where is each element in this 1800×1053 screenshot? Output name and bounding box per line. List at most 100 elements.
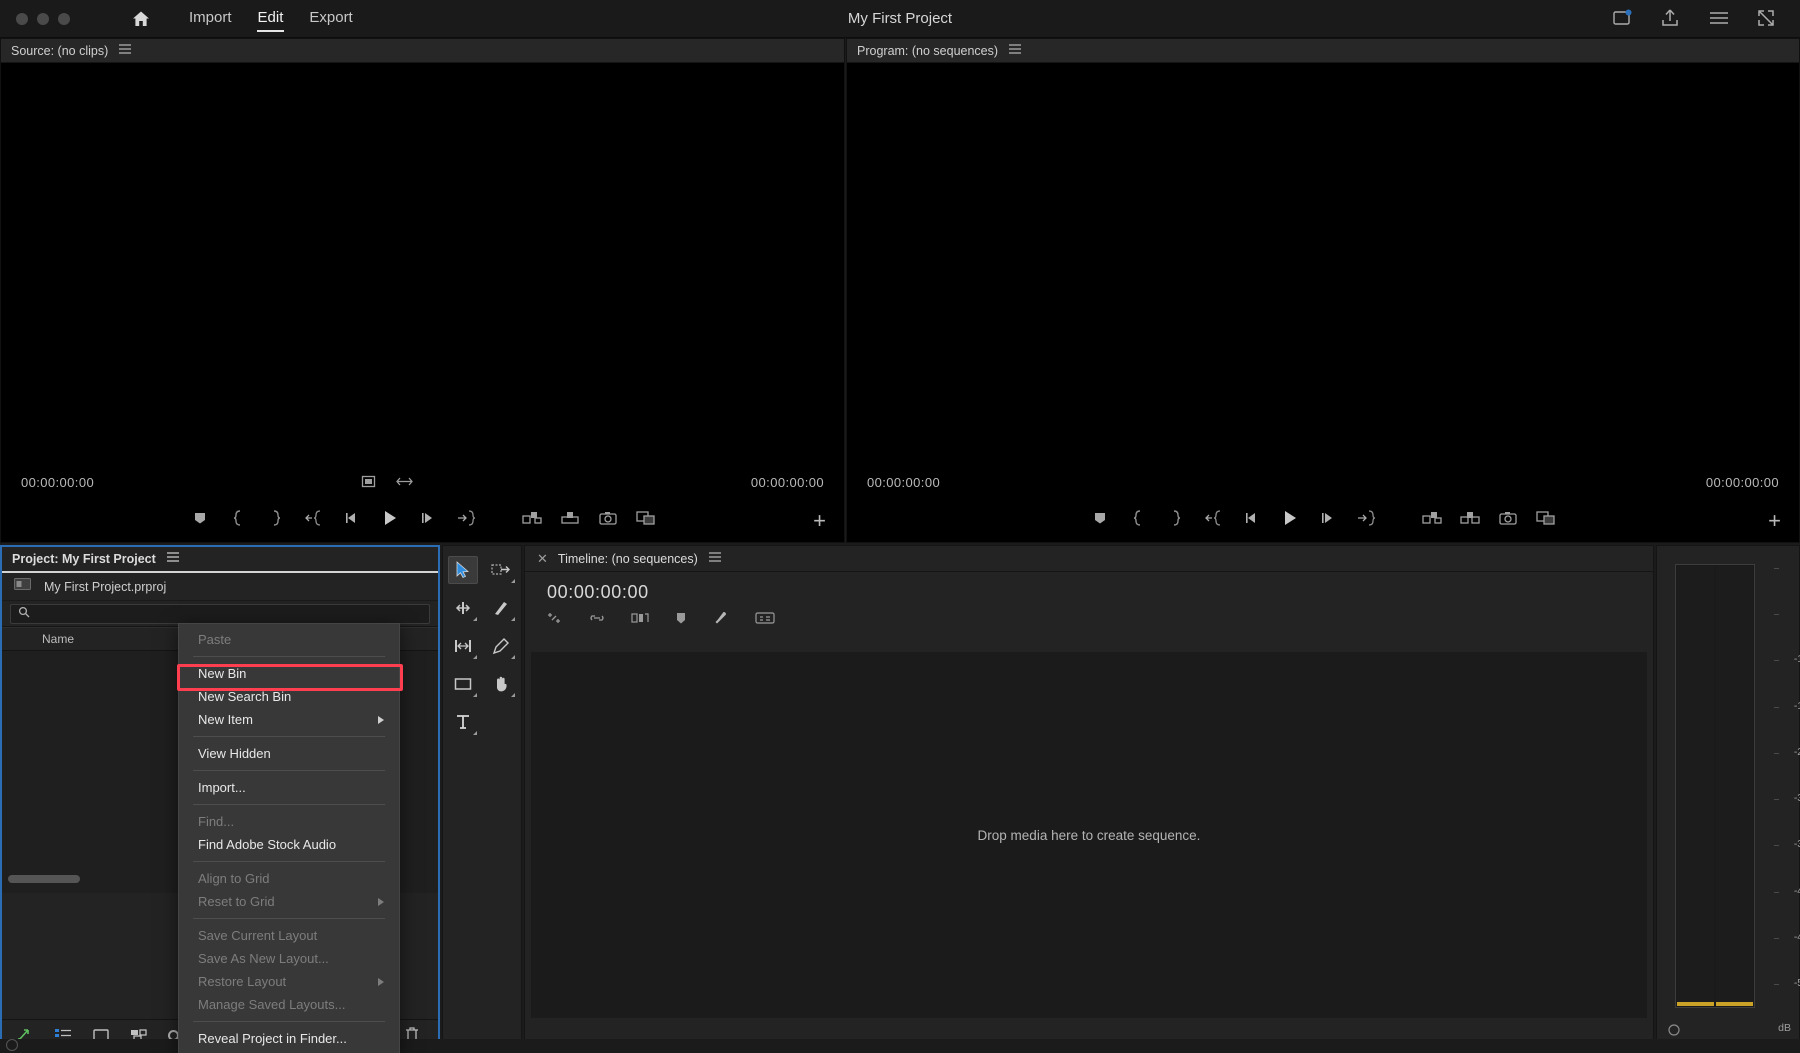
menu-item-view-hidden[interactable]: View Hidden: [179, 742, 399, 765]
home-icon[interactable]: [128, 6, 154, 32]
settings-icon[interactable]: [361, 474, 376, 494]
ripple-edit-tool-icon[interactable]: [448, 594, 478, 622]
menu-item-find-adobe-stock-audio[interactable]: Find Adobe Stock Audio: [179, 833, 399, 856]
main-nav-tabs[interactable]: Import Edit Export: [176, 7, 366, 31]
audio-meter-bars[interactable]: [1675, 564, 1755, 1008]
slip-tool-icon[interactable]: [448, 632, 478, 660]
rectangle-tool-icon[interactable]: [448, 670, 478, 698]
go-to-out-icon[interactable]: [1347, 503, 1385, 533]
tool-caret-icon[interactable]: [511, 617, 515, 621]
go-to-in-icon[interactable]: [295, 503, 333, 533]
horizontal-scrollbar[interactable]: [8, 875, 80, 883]
menu-item-label: Save Current Layout: [198, 928, 317, 943]
project-file-row[interactable]: My First Project.prproj: [2, 573, 438, 601]
add-marker-icon[interactable]: [675, 611, 687, 630]
window-traffic-lights[interactable]: [16, 13, 70, 25]
mark-out-icon[interactable]: [257, 503, 295, 533]
step-back-icon[interactable]: [1233, 503, 1271, 533]
play-icon[interactable]: [1271, 503, 1309, 533]
source-transport-bar[interactable]: [1, 494, 844, 542]
program-add-button[interactable]: +: [1768, 510, 1781, 532]
step-forward-icon[interactable]: [409, 503, 447, 533]
selection-tool-icon[interactable]: [448, 556, 478, 584]
overwrite-icon[interactable]: [551, 503, 589, 533]
export-frame-icon[interactable]: [589, 503, 627, 533]
program-monitor-viewport[interactable]: 00:00:00:00 00:00:00:00 +: [847, 63, 1799, 542]
pen-tool-icon[interactable]: [486, 632, 516, 660]
go-to-out-icon[interactable]: [447, 503, 485, 533]
type-tool-icon[interactable]: [448, 708, 478, 736]
audio-scale-tickmark: [1774, 614, 1779, 615]
tool-caret-icon[interactable]: [511, 655, 515, 659]
share-icon[interactable]: [1660, 8, 1682, 30]
menu-item-label: Reveal Project in Finder...: [198, 1031, 347, 1046]
tool-caret-icon[interactable]: [511, 693, 515, 697]
linked-selection-icon[interactable]: [589, 611, 605, 630]
menu-icon[interactable]: [1708, 8, 1730, 30]
tool-caret-icon[interactable]: [473, 617, 477, 621]
panel-menu-icon[interactable]: [118, 42, 132, 60]
program-transport-bar[interactable]: [847, 494, 1799, 542]
timeline-timecode[interactable]: 00:00:00:00: [525, 572, 1653, 607]
razor-tool-icon[interactable]: [486, 594, 516, 622]
source-monitor-viewport[interactable]: 00:00:00:00 00:00:00:00 +: [1, 63, 844, 542]
menu-item-new-search-bin[interactable]: New Search Bin: [179, 685, 399, 708]
step-forward-icon[interactable]: [1309, 503, 1347, 533]
hand-tool-icon[interactable]: [486, 670, 516, 698]
track-select-forward-tool-icon[interactable]: [486, 556, 516, 584]
audio-scale-tick: -12: [1794, 653, 1800, 665]
go-to-in-icon[interactable]: [1195, 503, 1233, 533]
record-indicator-icon[interactable]: [6, 1039, 18, 1051]
export-frame-icon[interactable]: [1489, 503, 1527, 533]
add-marker-icon[interactable]: [181, 503, 219, 533]
export-frame-icon[interactable]: [396, 474, 413, 494]
menu-item-find: Find...: [179, 810, 399, 833]
play-icon[interactable]: [371, 503, 409, 533]
audio-meter-wrap[interactable]: 0-6-12-18-24-30-36-42-48-54: [1675, 564, 1789, 1008]
close-window-button[interactable]: [16, 13, 28, 25]
captions-icon[interactable]: [755, 611, 775, 630]
tab-import[interactable]: Import: [176, 7, 245, 31]
fullscreen-icon[interactable]: [1756, 8, 1778, 30]
extract-icon[interactable]: [1451, 503, 1489, 533]
source-monitor-title: Source: (no clips): [11, 44, 108, 58]
lift-icon[interactable]: [1413, 503, 1451, 533]
menu-item-import[interactable]: Import...: [179, 776, 399, 799]
notification-icon[interactable]: [1612, 8, 1634, 30]
markers-icon[interactable]: [631, 611, 649, 630]
tab-export[interactable]: Export: [296, 7, 365, 31]
menu-item-label: View Hidden: [198, 746, 271, 761]
panel-menu-icon[interactable]: [166, 550, 180, 568]
panel-menu-icon[interactable]: [708, 550, 722, 568]
minimize-window-button[interactable]: [37, 13, 49, 25]
tool-caret-icon[interactable]: [473, 731, 477, 735]
menu-separator: [193, 770, 385, 771]
mark-in-icon[interactable]: [1119, 503, 1157, 533]
panel-menu-icon[interactable]: [1008, 42, 1022, 60]
search-input[interactable]: [37, 607, 429, 621]
maximize-window-button[interactable]: [58, 13, 70, 25]
search-box[interactable]: [10, 604, 430, 624]
tool-caret-icon[interactable]: [473, 693, 477, 697]
project-context-menu[interactable]: PasteNew BinNew Search BinNew ItemView H…: [178, 623, 400, 1053]
comparison-view-icon[interactable]: [627, 503, 665, 533]
snap-icon[interactable]: [547, 611, 563, 630]
comparison-view-icon[interactable]: [1527, 503, 1565, 533]
close-icon[interactable]: ✕: [537, 551, 548, 567]
menu-item-new-bin[interactable]: New Bin: [179, 662, 399, 685]
step-back-icon[interactable]: [333, 503, 371, 533]
tool-caret-icon[interactable]: [473, 655, 477, 659]
insert-icon[interactable]: [513, 503, 551, 533]
source-add-button[interactable]: +: [813, 510, 826, 532]
add-marker-icon[interactable]: [1081, 503, 1119, 533]
menu-item-reveal-project-in-finder[interactable]: Reveal Project in Finder...: [179, 1027, 399, 1050]
context-menu-items[interactable]: PasteNew BinNew Search BinNew ItemView H…: [179, 628, 399, 1050]
menu-item-new-item[interactable]: New Item: [179, 708, 399, 731]
timeline-settings-icon[interactable]: [713, 610, 729, 631]
mark-in-icon[interactable]: [219, 503, 257, 533]
tab-edit[interactable]: Edit: [245, 7, 297, 31]
audio-scale-tick: -18: [1794, 700, 1800, 712]
timeline-canvas[interactable]: Drop media here to create sequence.: [531, 652, 1647, 1018]
mark-out-icon[interactable]: [1157, 503, 1195, 533]
tool-caret-icon[interactable]: [511, 579, 515, 583]
